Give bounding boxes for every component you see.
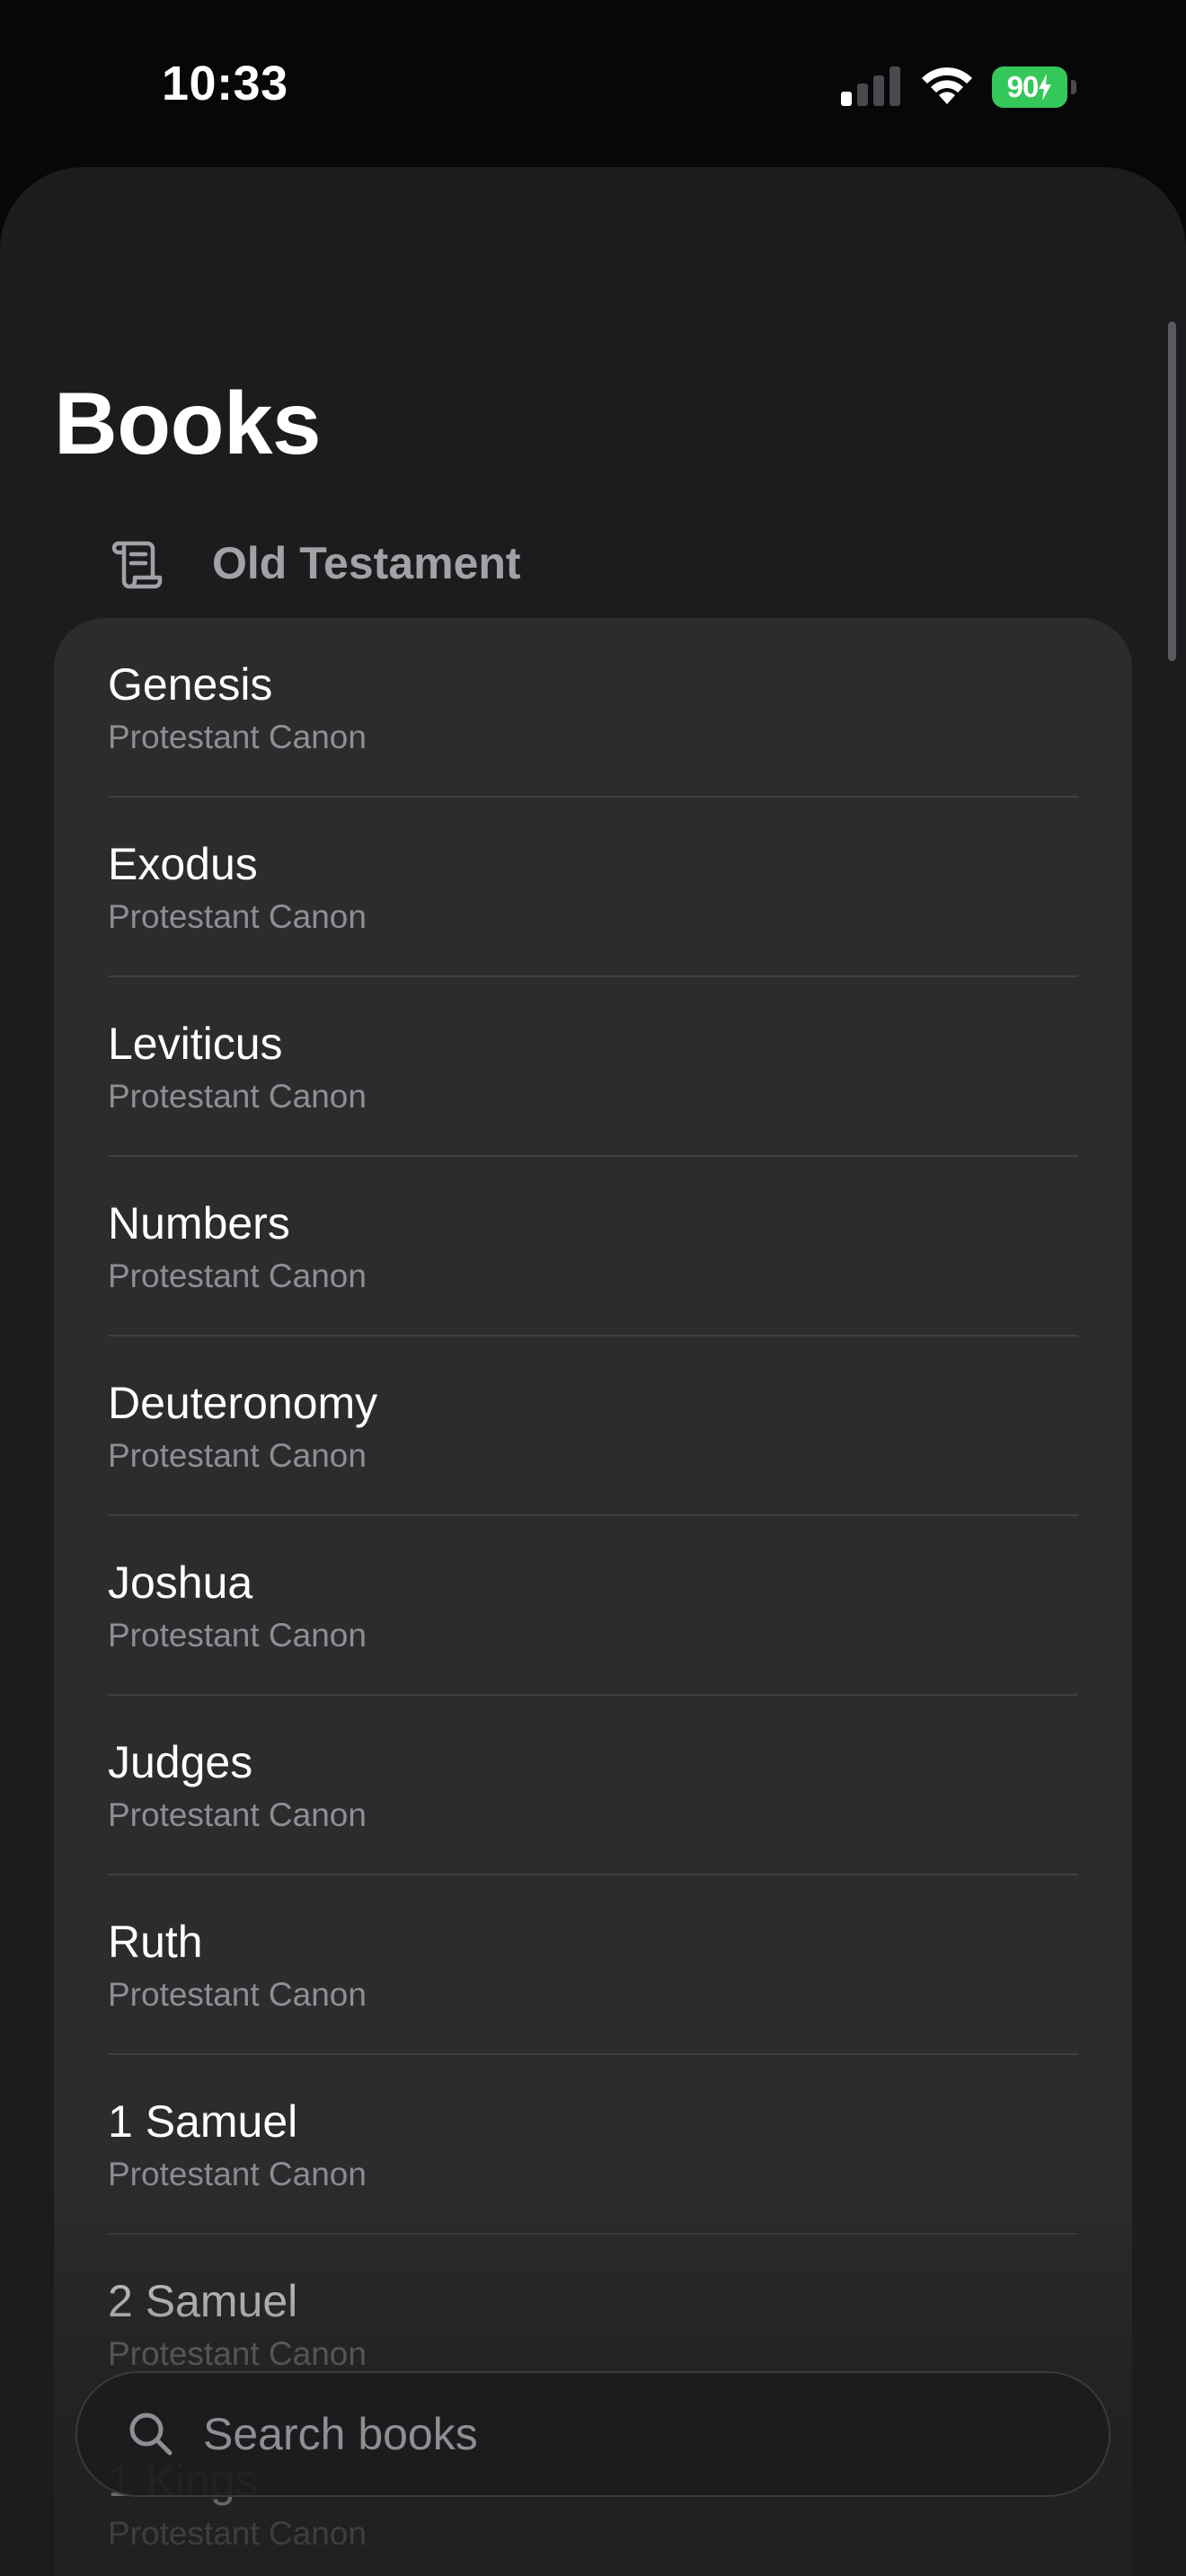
book-canon: Protestant Canon (108, 2515, 367, 2552)
book-canon: Protestant Canon (108, 1976, 367, 2013)
section-header-old-testament: Old Testament (108, 530, 521, 596)
list-item-joshua[interactable]: Joshua Protestant Canon (54, 1516, 1132, 1696)
book-name: Deuteronomy (108, 1378, 378, 1428)
book-canon: Protestant Canon (108, 898, 367, 935)
book-name: Numbers (108, 1198, 290, 1248)
book-canon: Protestant Canon (108, 2156, 367, 2192)
book-canon: Protestant Canon (108, 1796, 367, 1833)
list-item-numbers[interactable]: Numbers Protestant Canon (54, 1157, 1132, 1337)
book-canon: Protestant Canon (108, 1437, 367, 1474)
book-name: Joshua (108, 1557, 253, 1608)
list-item-leviticus[interactable]: Leviticus Protestant Canon (54, 977, 1132, 1157)
books-list: Genesis Protestant Canon Exodus Protesta… (54, 618, 1132, 2576)
book-name: Ruth (108, 1917, 203, 1967)
status-bar: 10:33 90 (0, 0, 1186, 171)
list-item-ruth[interactable]: Ruth Protestant Canon (54, 1875, 1132, 2055)
status-time: 10:33 (162, 57, 288, 110)
screen: 10:33 90 Books Old Testament Genesis Pro… (0, 0, 1186, 2576)
list-item-deuteronomy[interactable]: Deuteronomy Protestant Canon (54, 1337, 1132, 1516)
battery-charging-icon: 90 (992, 66, 1078, 108)
list-item-1-samuel[interactable]: 1 Samuel Protestant Canon (54, 2055, 1132, 2235)
book-name: 1 Samuel (108, 2096, 298, 2147)
book-canon: Protestant Canon (108, 719, 367, 755)
book-canon: Protestant Canon (108, 1257, 367, 1294)
search-input[interactable] (203, 2373, 1109, 2495)
book-name: 2 Samuel (108, 2276, 298, 2326)
book-name: Leviticus (108, 1019, 283, 1069)
book-name: Genesis (108, 659, 273, 710)
magnifying-glass-icon (129, 2413, 173, 2456)
scroll-indicator[interactable] (1168, 322, 1176, 661)
book-name: Exodus (108, 839, 258, 889)
list-item-genesis[interactable]: Genesis Protestant Canon (54, 618, 1132, 798)
charging-bolt-icon (1039, 74, 1052, 101)
page-title: Books (54, 374, 322, 472)
book-name: Judges (108, 1737, 253, 1787)
list-item-exodus[interactable]: Exodus Protestant Canon (54, 798, 1132, 977)
book-canon: Protestant Canon (108, 1078, 367, 1115)
scroll-icon (111, 541, 163, 589)
book-canon: Protestant Canon (108, 2335, 367, 2372)
section-label: Old Testament (212, 538, 521, 588)
book-canon: Protestant Canon (108, 1617, 367, 1654)
cellular-signal-icon (841, 66, 900, 106)
list-item-judges[interactable]: Judges Protestant Canon (54, 1696, 1132, 1875)
wifi-icon (922, 67, 972, 104)
battery-cap (1071, 80, 1076, 94)
search-bar[interactable] (75, 2371, 1111, 2497)
battery-percentage: 90 (1006, 70, 1040, 103)
battery-level: 90 (992, 66, 1067, 108)
